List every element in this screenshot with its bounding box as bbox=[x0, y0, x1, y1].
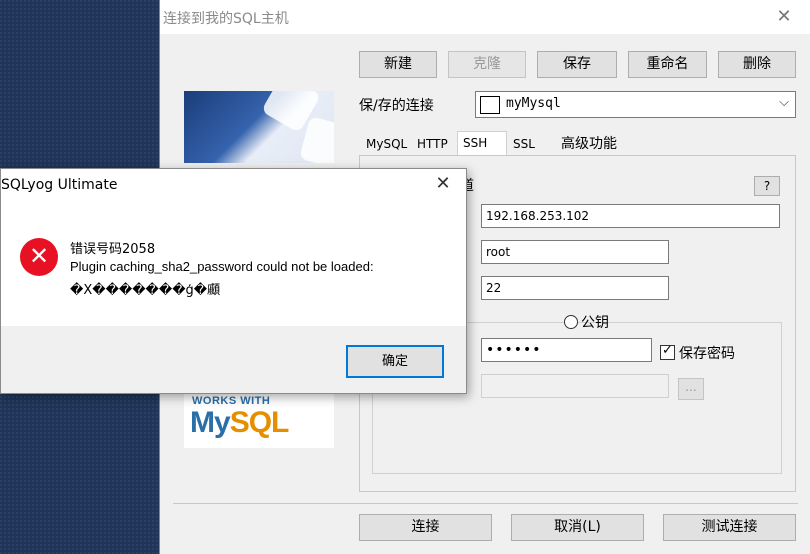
browse-button[interactable]: ... bbox=[678, 378, 704, 400]
radio-circle-icon bbox=[564, 315, 578, 329]
save-password-label: 保存密码 bbox=[679, 346, 735, 362]
ssh-port-input[interactable]: 22 bbox=[481, 276, 669, 300]
checkbox-checked-icon bbox=[660, 343, 675, 360]
error-dialog: SQLyog Ultimate ✕ ✕ 错误号码2058 Plugin cach… bbox=[0, 168, 467, 394]
clone-button[interactable]: 克隆 bbox=[448, 51, 526, 78]
new-button[interactable]: 新建 bbox=[359, 51, 437, 78]
title-bar: 连接到我的SQL主机 ✕ bbox=[160, 0, 810, 34]
tab-http[interactable]: HTTP bbox=[412, 133, 453, 155]
save-button[interactable]: 保存 bbox=[537, 51, 617, 78]
footer-divider bbox=[173, 503, 798, 504]
help-button[interactable]: ? bbox=[754, 176, 780, 196]
ssh-user-input[interactable]: root bbox=[481, 240, 669, 264]
error-code: 错误号码2058 bbox=[70, 242, 156, 257]
window-title: 连接到我的SQL主机 bbox=[163, 11, 289, 27]
rename-button[interactable]: 重命名 bbox=[628, 51, 707, 78]
error-message-garbled: �X�������ģ�顣 bbox=[70, 283, 221, 298]
test-connection-button[interactable]: 测试连接 bbox=[663, 514, 796, 541]
tab-advanced[interactable]: 高级功能 bbox=[556, 133, 622, 155]
ssh-password-input[interactable]: •••••• bbox=[481, 338, 652, 362]
close-icon[interactable]: ✕ bbox=[432, 173, 454, 194]
tab-mysql[interactable]: MySQL bbox=[361, 133, 412, 155]
chevron-down-icon[interactable]: ⌵ bbox=[779, 95, 789, 110]
cancel-button[interactable]: 取消(L) bbox=[511, 514, 644, 541]
logo-my: My bbox=[190, 406, 231, 439]
private-key-input[interactable] bbox=[481, 374, 669, 398]
tab-ssl[interactable]: SSL bbox=[508, 133, 540, 155]
saved-connection-value: myMysql bbox=[506, 96, 561, 111]
ssh-host-input[interactable]: 192.168.253.102 bbox=[481, 204, 780, 228]
error-message: Plugin caching_sha2_password could not b… bbox=[70, 259, 374, 274]
tab-ssh[interactable]: SSH bbox=[457, 131, 507, 155]
dialog-title: SQLyog Ultimate bbox=[1, 177, 118, 193]
logo-sql: SQL bbox=[229, 406, 290, 439]
error-icon: ✕ bbox=[20, 238, 58, 276]
saved-connection-label: 保/存的连接 bbox=[359, 98, 434, 114]
ok-button[interactable]: 确定 bbox=[346, 345, 444, 378]
close-icon[interactable]: ✕ bbox=[773, 6, 795, 27]
banner-image bbox=[184, 91, 334, 163]
delete-button[interactable]: 删除 bbox=[718, 51, 796, 78]
color-swatch bbox=[480, 96, 500, 114]
save-password-checkbox[interactable]: 保存密码 bbox=[660, 343, 735, 363]
pubkey-radio[interactable]: 公钥 bbox=[564, 312, 609, 332]
pubkey-label: 公钥 bbox=[581, 315, 609, 331]
saved-connection-select[interactable]: myMysql ⌵ bbox=[475, 91, 796, 118]
connect-button[interactable]: 连接 bbox=[359, 514, 492, 541]
